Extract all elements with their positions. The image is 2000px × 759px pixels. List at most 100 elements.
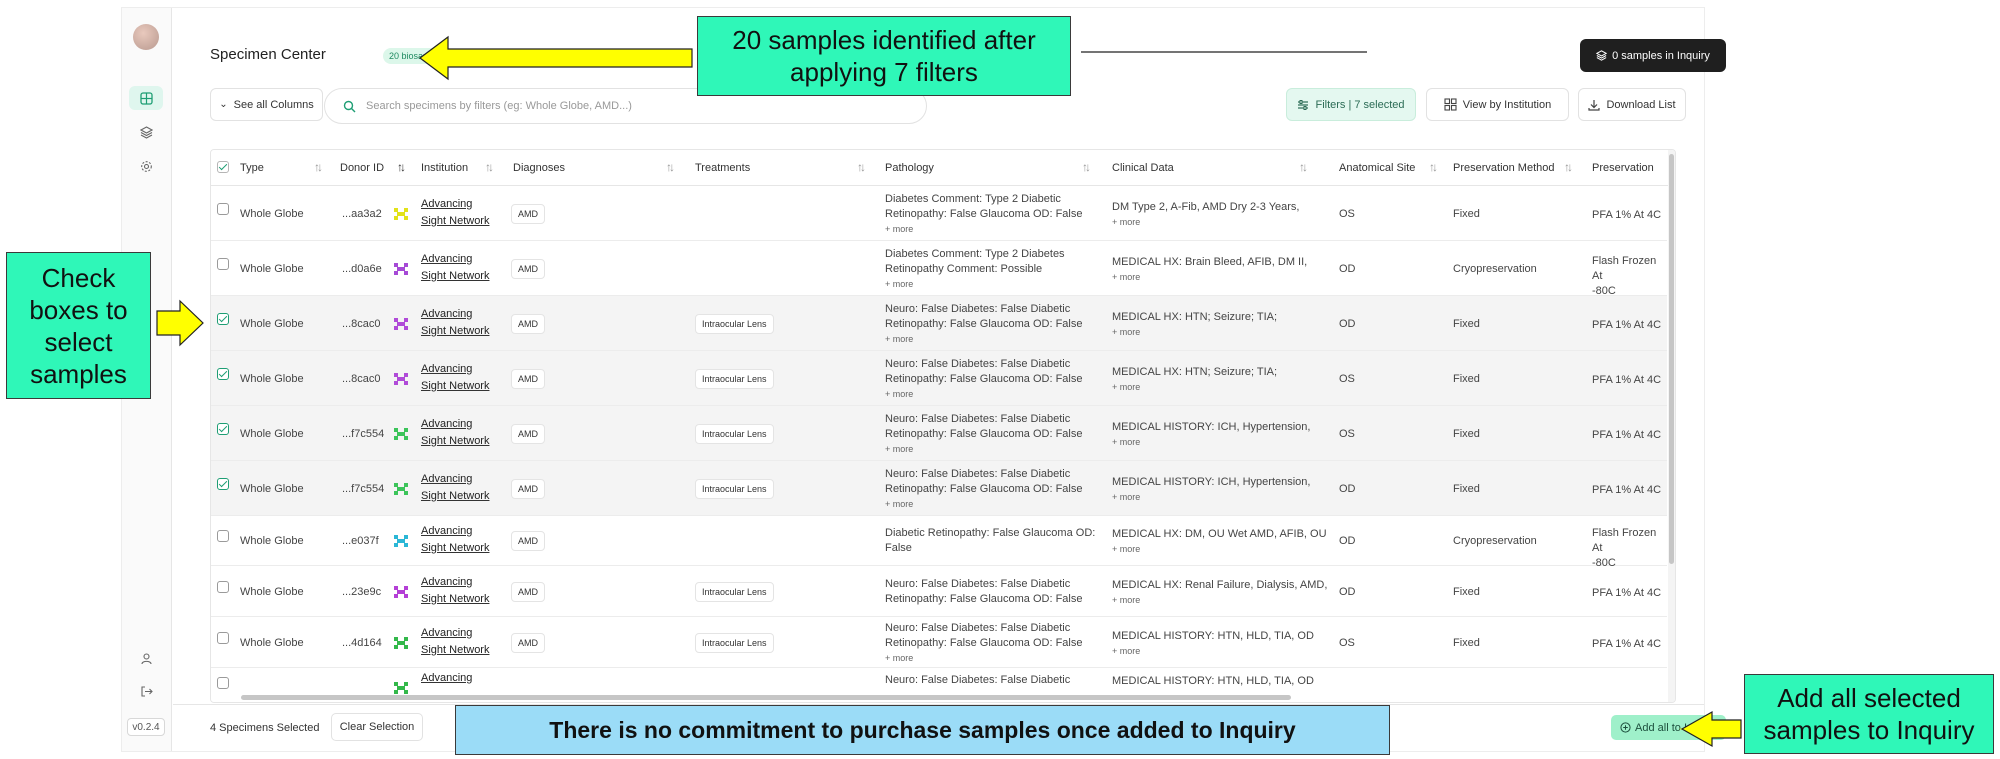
row-checkbox[interactable] <box>217 478 229 490</box>
vertical-scrollbar[interactable] <box>1668 150 1675 702</box>
institution-line-1[interactable]: Advancing <box>421 574 489 591</box>
institution-line-1[interactable]: Advancing <box>421 251 489 268</box>
column-header-institution[interactable]: Institution <box>421 150 468 186</box>
clear-selection-button[interactable]: Clear Selection <box>331 713 423 741</box>
institution-line-1[interactable]: Advancing <box>421 471 489 488</box>
sort-icon[interactable]: ↑↓ <box>1429 160 1438 174</box>
institution-line-1[interactable]: Advancing <box>421 625 489 642</box>
institution-line-2[interactable]: Sight Network <box>421 268 489 285</box>
horizontal-scroll-thumb[interactable] <box>241 695 1291 700</box>
institution-line-2[interactable]: Sight Network <box>421 378 489 395</box>
institution-line-2[interactable]: Sight Network <box>421 540 489 557</box>
add-all-to-inquiry-button[interactable]: Add all to Inquiry <box>1611 715 1726 740</box>
clinical-data-more-link[interactable]: + more <box>1112 593 1327 608</box>
institution-line-1[interactable]: Advancing <box>421 306 489 323</box>
institution-link[interactable]: Advancing Sight Network <box>421 306 489 340</box>
layers-icon[interactable] <box>129 120 163 144</box>
table-row[interactable]: Whole Globe ...f7c554 Advancing Sight Netwo… <box>211 461 1667 516</box>
pathology-more-link[interactable]: + more <box>885 222 1082 237</box>
column-header-anatomical-site[interactable]: Anatomical Site <box>1339 150 1415 186</box>
pathology-more-link[interactable]: + more <box>885 277 1065 292</box>
view-by-institution-button[interactable]: View by Institution <box>1426 88 1569 121</box>
row-checkbox[interactable] <box>217 632 229 644</box>
sort-icon[interactable]: ↑↓ <box>857 160 866 174</box>
table-row[interactable]: Whole Globe ...8cac0 Advancing Sight Networ… <box>211 296 1667 351</box>
column-header-diagnoses[interactable]: Diagnoses <box>513 150 565 186</box>
select-all-checkbox[interactable] <box>217 161 229 173</box>
clinical-data-more-link[interactable]: + more <box>1112 270 1307 285</box>
table-row[interactable]: Whole Globe ...aa3a2 Advancing Sight Networ… <box>211 186 1667 241</box>
institution-link[interactable]: Advancing Sight Network <box>421 471 489 505</box>
sort-icon[interactable]: ↑↓ <box>314 160 323 174</box>
user-icon[interactable] <box>129 646 163 670</box>
institution-link[interactable]: Advancing Sight Network <box>421 416 489 450</box>
institution-line-1[interactable]: Advancing <box>421 416 489 433</box>
pathology-more-link[interactable]: + more <box>885 332 1082 347</box>
row-checkbox[interactable] <box>217 530 229 542</box>
clinical-data-more-link[interactable]: + more <box>1112 435 1310 450</box>
clinical-data-more-link[interactable]: + more <box>1112 490 1310 505</box>
institution-link[interactable]: Advancing Sight Network <box>421 251 489 285</box>
sort-icon[interactable]: ↑↓ <box>666 160 675 174</box>
row-checkbox[interactable] <box>217 368 229 380</box>
row-checkbox[interactable] <box>217 313 229 325</box>
institution-link[interactable]: Advancing Sight Network <box>421 574 489 608</box>
row-checkbox[interactable] <box>217 581 229 593</box>
sort-icon[interactable]: ↑↓ <box>1564 160 1573 174</box>
column-header-type[interactable]: Type <box>240 150 264 186</box>
row-checkbox[interactable] <box>217 677 229 689</box>
pathology-more-link[interactable]: + more <box>885 497 1082 512</box>
column-header-donor-id[interactable]: Donor ID <box>340 150 384 186</box>
institution-line-2[interactable]: Sight Network <box>421 213 489 230</box>
table-row[interactable]: Whole Globe ...8cac0 Advancing Sight Networ… <box>211 351 1667 406</box>
clinical-data-more-link[interactable]: + more <box>1112 325 1277 340</box>
column-header-clinical-data[interactable]: Clinical Data <box>1112 150 1174 186</box>
pathology-more-link[interactable]: + more <box>885 651 1082 666</box>
vertical-scroll-thumb[interactable] <box>1669 154 1674 564</box>
institution-line-1[interactable]: Advancing <box>421 361 489 378</box>
institution-line-2[interactable]: Sight Network <box>421 642 489 659</box>
table-row[interactable]: Whole Globe ...23e9c Advancing Sight Networ… <box>211 566 1667 617</box>
institution-line-2[interactable]: Sight Network <box>421 488 489 505</box>
see-all-columns-button[interactable]: ⌄ See all Columns <box>210 88 323 121</box>
avatar[interactable] <box>133 24 159 50</box>
institution-line-1[interactable]: Advancing <box>421 670 472 687</box>
column-header-treatments[interactable]: Treatments <box>695 150 750 186</box>
pathology-more-link[interactable]: + more <box>885 387 1082 402</box>
sort-icon[interactable]: ↑↓ <box>1299 160 1308 174</box>
institution-line-1[interactable]: Advancing <box>421 523 489 540</box>
institution-link[interactable]: Advancing Sight Network <box>421 625 489 659</box>
clinical-data-more-link[interactable]: + more <box>1112 542 1327 557</box>
table-row[interactable]: Whole Globe ...d0a6e Advancing Sight Networ… <box>211 241 1667 297</box>
clinical-data-more-link[interactable]: + more <box>1112 215 1299 230</box>
institution-line-2[interactable]: Sight Network <box>421 323 489 340</box>
institution-line-2[interactable]: Sight Network <box>421 433 489 450</box>
filters-button[interactable]: Filters | 7 selected <box>1286 88 1416 121</box>
institution-line-1[interactable]: Advancing <box>421 196 489 213</box>
institution-link[interactable]: Advancing <box>421 670 472 687</box>
clinical-data-more-link[interactable]: + more <box>1112 644 1314 659</box>
row-checkbox[interactable] <box>217 258 229 270</box>
pathology-more-link[interactable]: + more <box>885 442 1082 457</box>
table-row[interactable]: Whole Globe ...4d164 Advancing Sight Networ… <box>211 617 1667 668</box>
gear-icon[interactable] <box>129 154 163 178</box>
institution-link[interactable]: Advancing Sight Network <box>421 523 489 557</box>
table-row[interactable]: Whole Globe ...f7c554 Advancing Sight Netwo… <box>211 406 1667 461</box>
column-header-pathology[interactable]: Pathology <box>885 150 934 186</box>
sort-icon[interactable]: ↑↓ <box>397 160 406 174</box>
institution-line-2[interactable]: Sight Network <box>421 591 489 608</box>
table-row[interactable]: Whole Globe ...e037f Advancing Sight Networ… <box>211 516 1667 569</box>
institution-link[interactable]: Advancing Sight Network <box>421 196 489 230</box>
search-input[interactable] <box>366 100 906 112</box>
institution-link[interactable]: Advancing Sight Network <box>421 361 489 395</box>
column-header-preservation-method[interactable]: Preservation Method <box>1453 150 1555 186</box>
column-header-preservation[interactable]: Preservation <box>1592 150 1654 186</box>
row-checkbox[interactable] <box>217 423 229 435</box>
inquiry-button[interactable]: 0 samples in Inquiry <box>1580 39 1726 72</box>
row-checkbox[interactable] <box>217 203 229 215</box>
logout-icon[interactable] <box>129 679 163 703</box>
sort-icon[interactable]: ↑↓ <box>485 160 494 174</box>
download-list-button[interactable]: Download List <box>1578 88 1686 121</box>
grid-icon[interactable] <box>129 86 163 110</box>
sort-icon[interactable]: ↑↓ <box>1082 160 1091 174</box>
